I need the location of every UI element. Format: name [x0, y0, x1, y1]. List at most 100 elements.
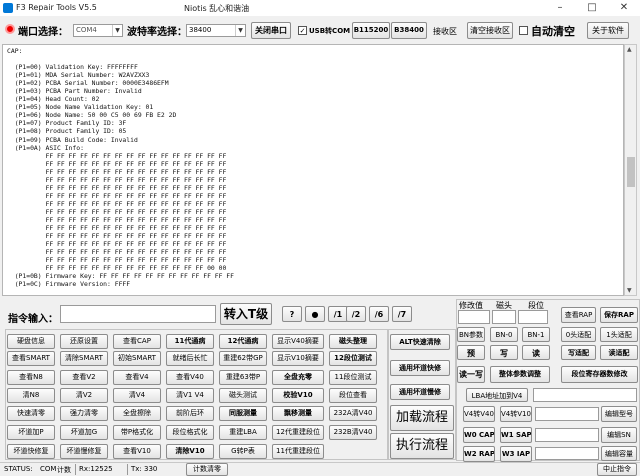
- capacity-input[interactable]: [535, 447, 599, 460]
- grid-button[interactable]: 查看V2: [60, 370, 108, 385]
- grid-button[interactable]: 232A清V40: [329, 406, 377, 421]
- grid-button[interactable]: 重建LBA: [219, 425, 267, 440]
- grid-button[interactable]: 全盘擦除: [113, 406, 161, 421]
- grid-button[interactable]: 坏道加P: [7, 425, 55, 440]
- quick-button-7[interactable]: /7: [392, 306, 412, 322]
- grid-button[interactable]: 飘移测量: [272, 406, 324, 421]
- clear-recv-button[interactable]: 清空接收区: [467, 22, 513, 39]
- b38400-button[interactable]: B38400: [391, 22, 427, 39]
- grid-button[interactable]: 清N8: [7, 388, 55, 403]
- grid-button[interactable]: 清除V10: [166, 444, 214, 459]
- grid-button[interactable]: 重建63带P: [219, 370, 267, 385]
- grid-button[interactable]: 清除SMART: [60, 351, 108, 366]
- v4-to-v10-button[interactable]: V4转V10: [500, 406, 532, 422]
- grid-button[interactable]: 显示V10摘要: [272, 351, 324, 366]
- stop-command-button[interactable]: 中止指令: [597, 463, 637, 476]
- segment-register-modify-button[interactable]: 段位寄存器数修改: [561, 366, 638, 383]
- grid-button[interactable]: 清V1 V4: [166, 388, 214, 403]
- load-flow-button[interactable]: 加载流程: [390, 405, 454, 431]
- grid-button[interactable]: 12段位测试: [329, 351, 377, 366]
- grid-button[interactable]: 段位格式化: [166, 425, 214, 440]
- grid-button[interactable]: 初始SMART: [113, 351, 161, 366]
- grid-button[interactable]: 校验V10: [272, 388, 324, 403]
- w2-rap-button[interactable]: W2 RAP: [463, 446, 495, 462]
- grid-button[interactable]: 还原设置: [60, 334, 108, 349]
- write-button[interactable]: 写: [490, 345, 518, 360]
- bn1-button[interactable]: BN-1: [522, 327, 550, 342]
- bn-param-button[interactable]: BN参数: [457, 327, 485, 342]
- sn-input[interactable]: [535, 428, 599, 442]
- head0-adapt-button[interactable]: 0头适配: [561, 327, 596, 342]
- grid-button[interactable]: 带P格式化: [113, 425, 161, 440]
- quick-button-dot[interactable]: ●: [305, 306, 325, 322]
- close-port-button[interactable]: 关闭串口: [251, 22, 291, 39]
- grid-button[interactable]: 磁头整理: [329, 334, 377, 349]
- write-adapt-button[interactable]: 写适配: [561, 345, 596, 360]
- grid-button[interactable]: 坏道加G: [60, 425, 108, 440]
- scroll-up-icon[interactable]: ▲: [627, 46, 632, 53]
- universal-fast-fix-button[interactable]: 通用坏道快修: [390, 360, 450, 376]
- grid-button[interactable]: 重建62带GP: [219, 351, 267, 366]
- grid-button[interactable]: 12代重建段位: [272, 425, 324, 440]
- edit-capacity-button[interactable]: 编辑容量: [601, 446, 637, 461]
- grid-button[interactable]: 全盘充零: [272, 370, 324, 385]
- grid-button[interactable]: 查看V40: [166, 370, 214, 385]
- view-rap-button[interactable]: 查看RAP: [561, 307, 596, 323]
- lba-to-v4-button[interactable]: LBA地址加到V4: [466, 388, 528, 402]
- execute-flow-button[interactable]: 执行流程: [390, 433, 454, 459]
- close-icon[interactable]: ✕: [608, 0, 640, 16]
- port-select[interactable]: COM4 ▼: [73, 24, 123, 37]
- read-write-button[interactable]: 读一写: [457, 366, 485, 383]
- head-input[interactable]: [492, 310, 516, 324]
- grid-button[interactable]: 11段位测试: [329, 370, 377, 385]
- read-adapt-button[interactable]: 读适配: [600, 345, 638, 360]
- grid-button[interactable]: 11代通病: [166, 334, 214, 349]
- universal-slow-fix-button[interactable]: 通用坏道慢修: [390, 384, 450, 400]
- console-output[interactable]: CAP: (P1=00) Validation Key: FFFFFFFF (P…: [2, 44, 624, 296]
- grid-button[interactable]: 硬盘信息: [7, 334, 55, 349]
- grid-button[interactable]: 查看SMART: [7, 351, 55, 366]
- grid-button[interactable]: 强力清零: [60, 406, 108, 421]
- grid-button[interactable]: 查看V4: [113, 370, 161, 385]
- quick-button-help[interactable]: ?: [282, 306, 302, 322]
- grid-button[interactable]: 11代重建段位: [272, 444, 324, 459]
- usb-com-checkbox[interactable]: ✓: [298, 26, 307, 35]
- w1-sap-button[interactable]: W1 SAP: [500, 427, 532, 443]
- whole-param-adjust-button[interactable]: 整体参数调整: [490, 366, 550, 383]
- grid-button[interactable]: 清V4: [113, 388, 161, 403]
- scroll-thumb[interactable]: [627, 157, 635, 187]
- grid-button[interactable]: 快速清零: [7, 406, 55, 421]
- grid-button[interactable]: 查看V10: [113, 444, 161, 459]
- bn0-button[interactable]: BN-0: [490, 327, 518, 342]
- minimize-icon[interactable]: –: [544, 0, 576, 16]
- model-input[interactable]: [535, 407, 599, 421]
- w0-cap-button[interactable]: W0 CAP: [463, 427, 495, 443]
- scroll-down-icon[interactable]: ▼: [627, 287, 632, 294]
- save-rap-button[interactable]: 保存RAP: [600, 307, 638, 323]
- about-button[interactable]: 关于软件: [587, 22, 629, 39]
- w3-iap-button[interactable]: W3 IAP: [500, 446, 532, 462]
- pre-button[interactable]: 预: [457, 345, 485, 360]
- quick-button-1[interactable]: /1: [328, 306, 348, 322]
- v4-to-v40-button[interactable]: V4转V40: [463, 406, 495, 422]
- grid-button[interactable]: 同服测量: [219, 406, 267, 421]
- grid-button[interactable]: 显示V40摘要: [272, 334, 324, 349]
- modify-value-input[interactable]: [458, 310, 490, 324]
- grid-button[interactable]: 坏道快修复: [7, 444, 55, 459]
- cmd-input[interactable]: [60, 305, 216, 323]
- grid-button[interactable]: G转P表: [219, 444, 267, 459]
- grid-button[interactable]: 前阶后环: [166, 406, 214, 421]
- edit-sn-button[interactable]: 编辑SN: [601, 427, 637, 443]
- grid-button[interactable]: 段位查看: [329, 388, 377, 403]
- auto-clear-checkbox[interactable]: [519, 26, 528, 35]
- baud-select[interactable]: 38400 ▼: [186, 24, 246, 37]
- send-cmd-button[interactable]: 转入T级: [220, 303, 272, 325]
- b115200-button[interactable]: B115200: [352, 22, 390, 39]
- grid-button[interactable]: 磁头测试: [219, 388, 267, 403]
- maximize-icon[interactable]: □: [576, 0, 608, 16]
- lba-input[interactable]: [533, 388, 637, 402]
- segment-input[interactable]: [518, 310, 548, 324]
- console-scrollbar[interactable]: ▲ ▼: [624, 44, 637, 296]
- count-clear-button[interactable]: 计数清零: [186, 463, 228, 476]
- grid-button[interactable]: 清V2: [60, 388, 108, 403]
